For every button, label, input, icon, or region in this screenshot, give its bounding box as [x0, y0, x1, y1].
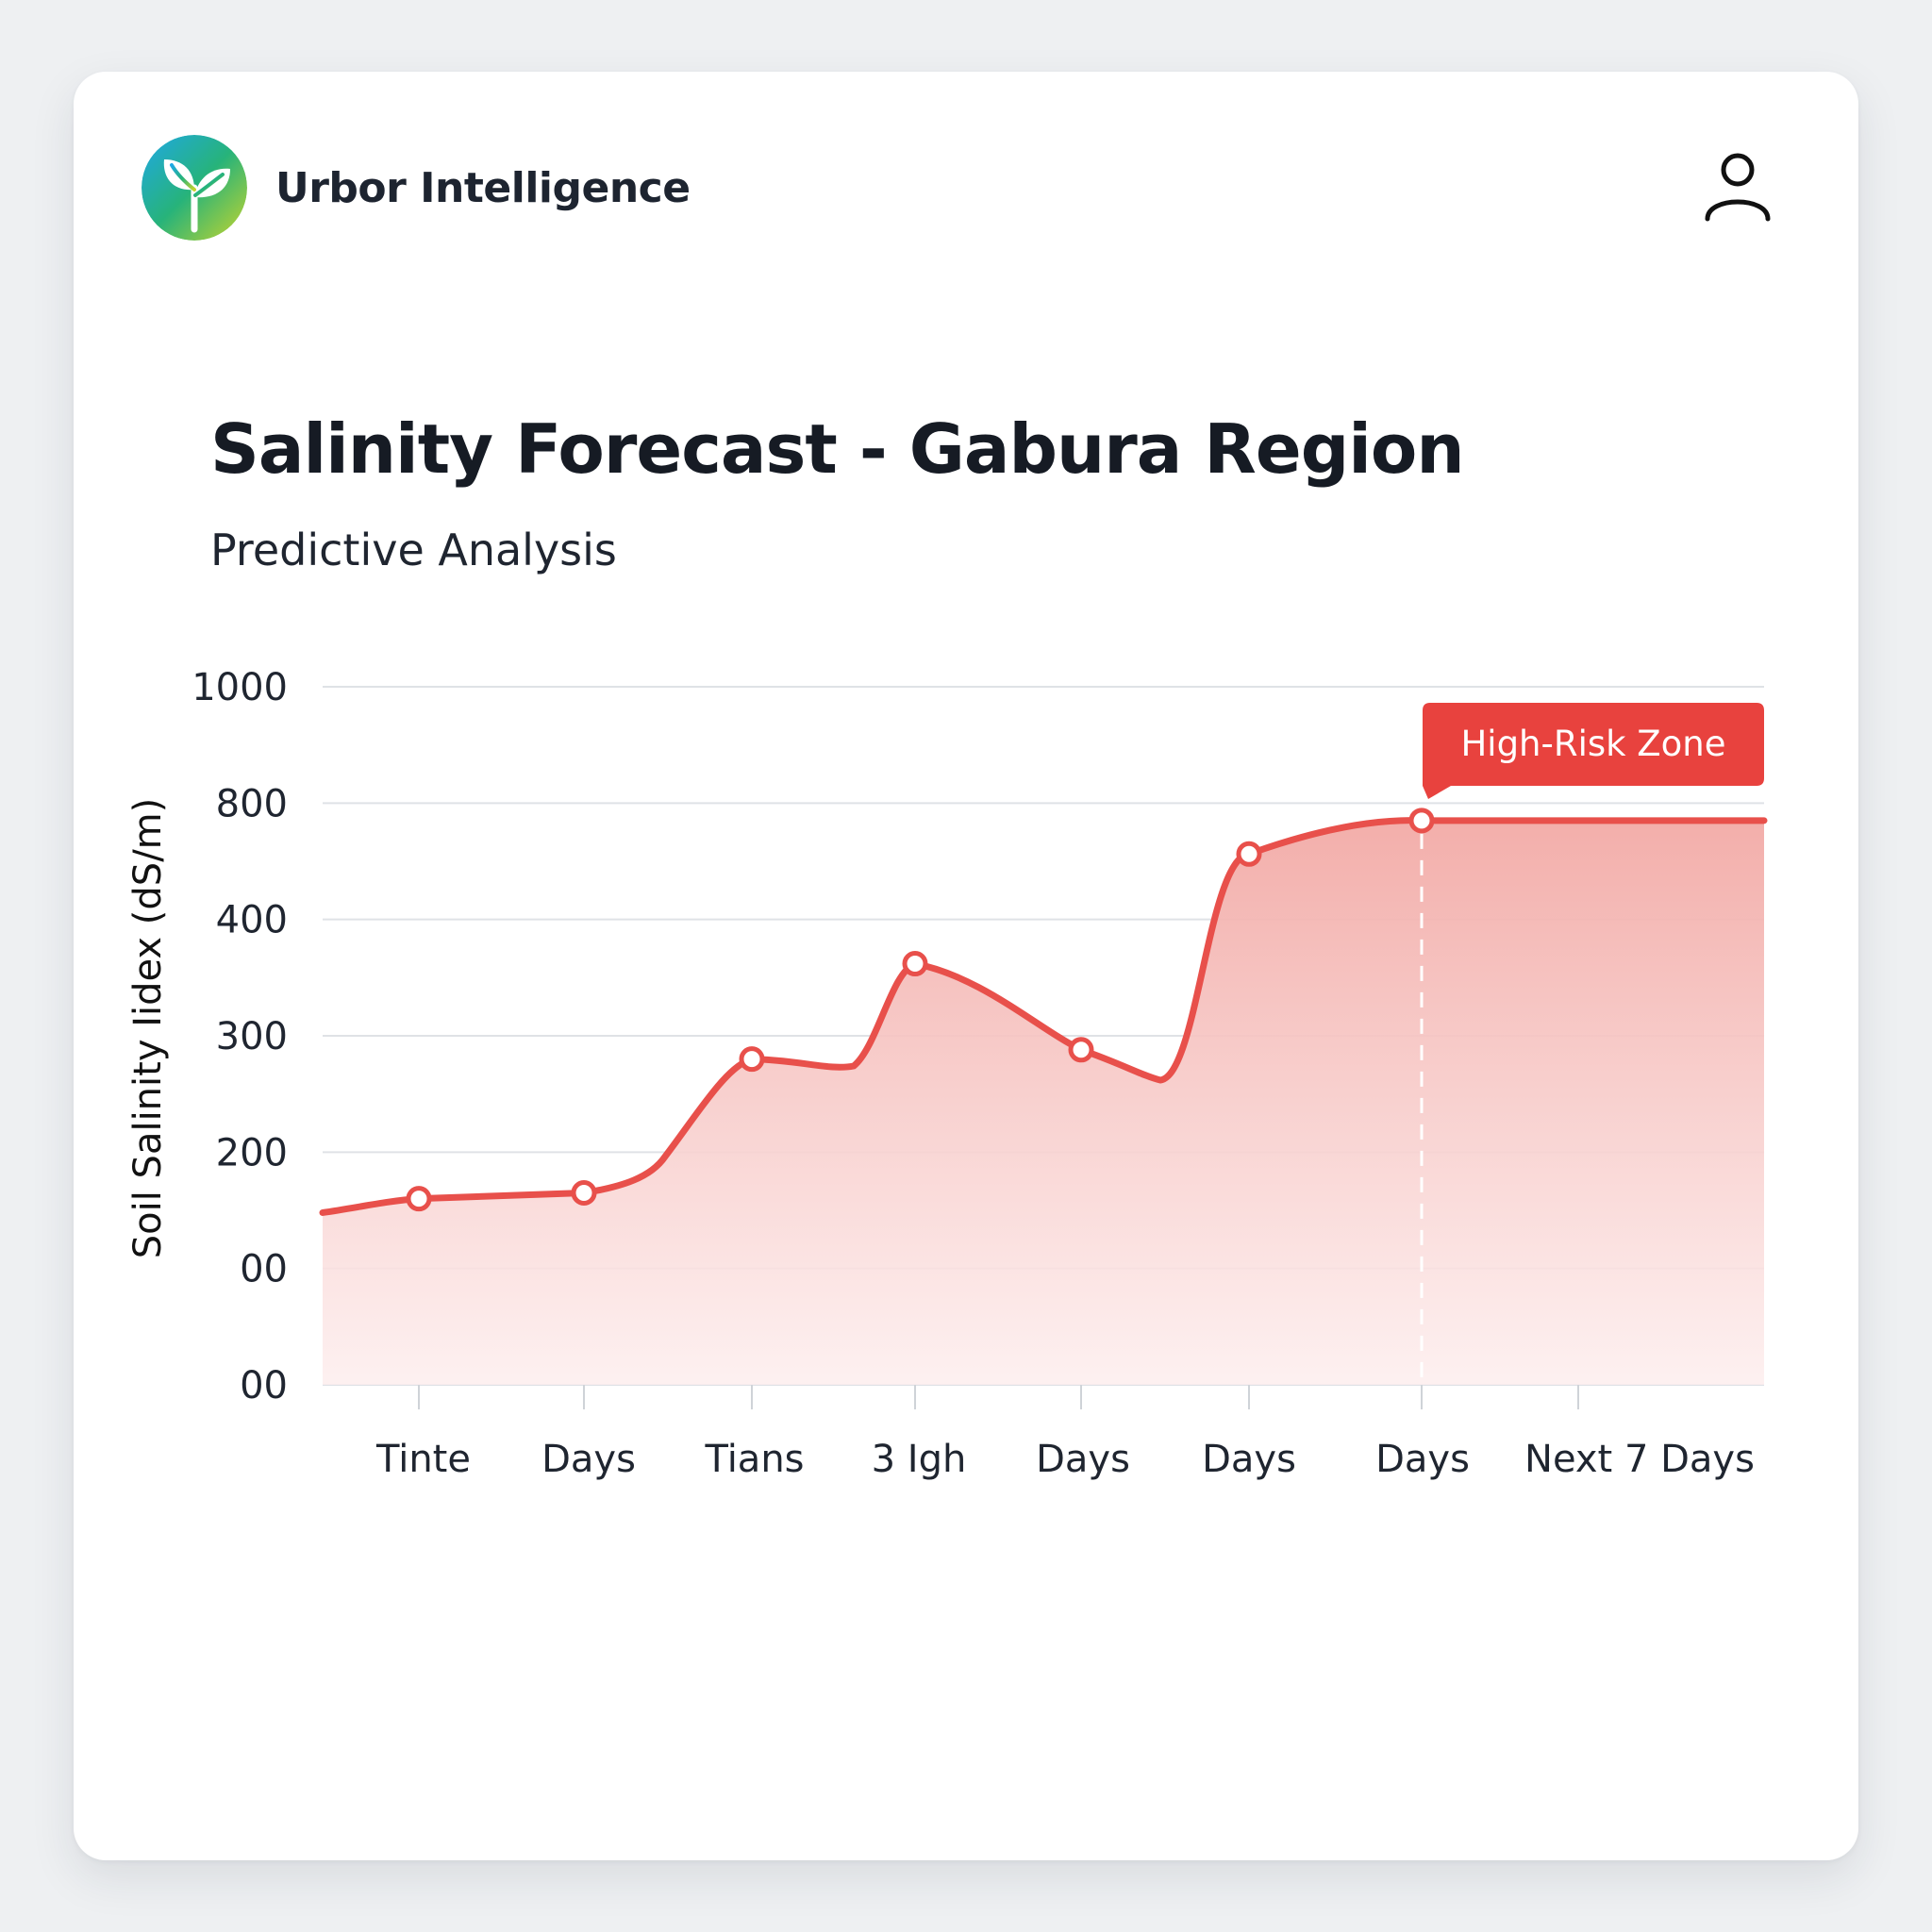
- x-tick-label: Tians: [704, 1438, 804, 1481]
- data-point: [1236, 841, 1262, 867]
- high-risk-callout: High-Risk Zone: [1423, 703, 1764, 799]
- data-point: [571, 1180, 597, 1206]
- y-tick-label: 800: [216, 782, 288, 825]
- series-area: [323, 820, 1764, 1385]
- y-tick-label: 00: [240, 1248, 288, 1291]
- y-tick-label: 200: [216, 1131, 288, 1174]
- data-point: [1408, 808, 1435, 834]
- x-tick-label: Days: [1375, 1438, 1470, 1481]
- y-tick-label: 1000: [192, 666, 288, 709]
- x-tick-label: Tinte: [375, 1438, 471, 1481]
- data-point: [1068, 1037, 1094, 1063]
- y-tick-label: 300: [216, 1015, 288, 1058]
- data-point: [406, 1186, 432, 1212]
- x-tick-label: Next 7 Days: [1524, 1438, 1755, 1481]
- x-tick-label: Days: [1036, 1438, 1130, 1481]
- y-tick-label: 400: [216, 899, 288, 942]
- x-tick-label: Days: [541, 1438, 636, 1481]
- y-axis-label: Soil Salinity Iidex (dS/m): [126, 798, 170, 1259]
- x-tick-label: 3 Igh: [872, 1438, 967, 1481]
- y-tick-label: 00: [240, 1364, 288, 1407]
- data-point: [739, 1046, 765, 1073]
- data-point: [902, 951, 928, 977]
- salinity-chart: 00 00 200 300 400 800 1000 Tinte Days Tians 3 Igh D…: [126, 666, 1768, 1481]
- high-risk-label: High-Risk Zone: [1460, 724, 1725, 764]
- x-tick-label: Days: [1202, 1438, 1296, 1481]
